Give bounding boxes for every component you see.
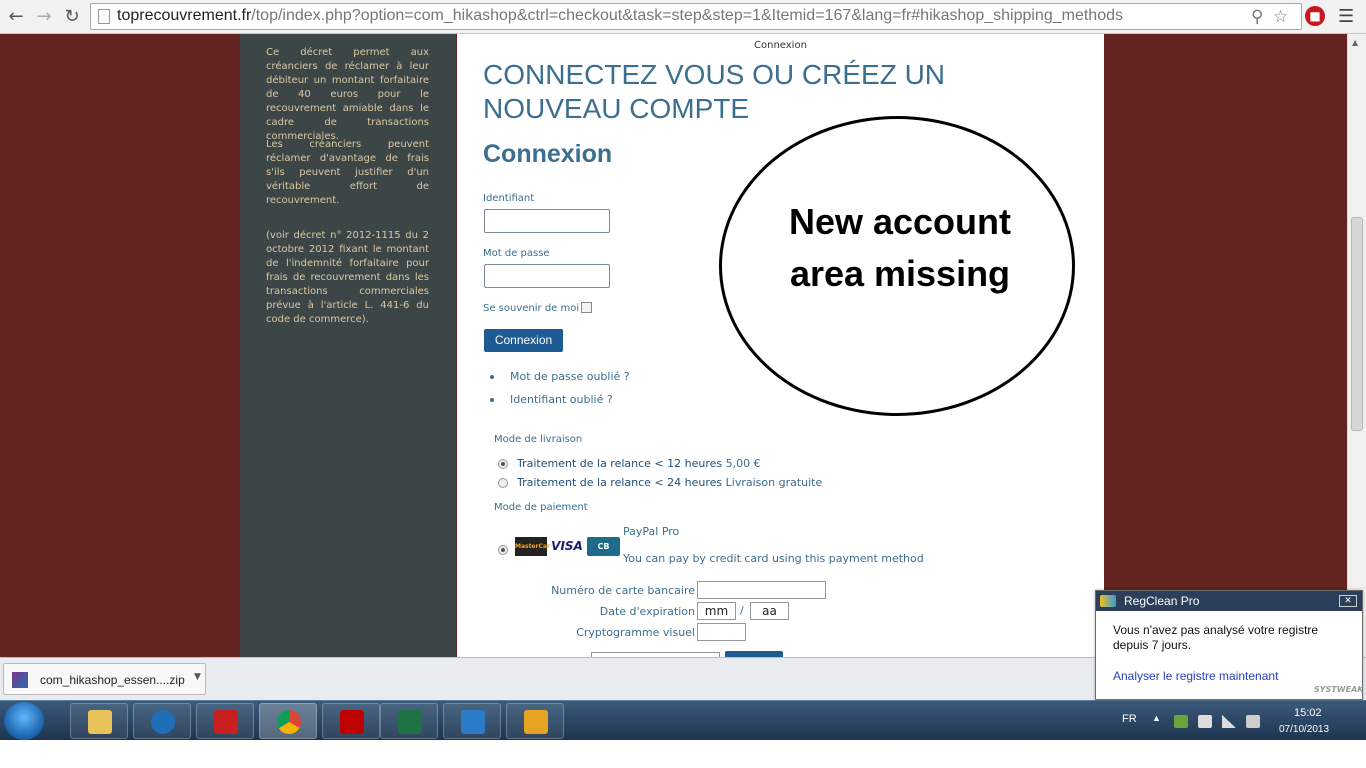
username-input[interactable]: [484, 209, 610, 233]
taskbar-chrome[interactable]: [259, 703, 317, 739]
visa-icon: VISA: [550, 537, 584, 556]
address-bar[interactable]: toprecouvrement.fr/top/index.php?option=…: [90, 3, 1302, 30]
taskbar-acrobat[interactable]: [196, 703, 254, 739]
shipping-heading: Mode de livraison: [494, 434, 583, 445]
app-icon: [461, 710, 485, 734]
excel-icon: [398, 710, 422, 734]
notification-title: RegClean Pro: [1124, 594, 1200, 608]
browser-toolbar: ← → ↻ toprecouvrement.fr/top/index.php?o…: [0, 0, 1366, 34]
notification-message: Vous n'avez pas analysé votre registre d…: [1113, 623, 1319, 652]
security-icon[interactable]: [1174, 715, 1188, 728]
clock-date[interactable]: 07/10/2013: [1279, 724, 1329, 735]
archive-icon: [12, 672, 28, 688]
taskbar-outlook[interactable]: [506, 703, 564, 739]
language-indicator[interactable]: FR: [1122, 713, 1137, 725]
expiry-month-input[interactable]: mm: [697, 602, 736, 620]
sidebar: Ce décret permet aux créanciers de récla…: [240, 34, 456, 657]
payment-method-name: PayPal Pro: [623, 525, 680, 538]
close-icon[interactable]: ✕: [1339, 595, 1357, 607]
chrome-icon: [277, 710, 301, 734]
bullet-icon: [490, 375, 494, 379]
hp-icon: [151, 710, 175, 734]
network-icon[interactable]: [1222, 715, 1236, 728]
expiry-separator: /: [740, 604, 744, 617]
remember-checkbox[interactable]: [581, 302, 592, 313]
taskbar-explorer[interactable]: [70, 703, 128, 739]
cvv-input[interactable]: [697, 623, 746, 641]
expiry-year-input[interactable]: aa: [750, 602, 789, 620]
page-title: CONNECTEZ VOUS OU CRÉEZ UN NOUVEAU COMPT…: [483, 59, 946, 124]
scrollbar-thumb[interactable]: [1351, 217, 1363, 431]
filezilla-icon: [340, 710, 364, 734]
page-icon: [98, 9, 110, 24]
shipping-option-24h[interactable]: Traitement de la relance < 24 heures Liv…: [517, 476, 822, 489]
forward-arrow-icon[interactable]: →: [32, 5, 56, 29]
taskbar: FR ▲ 15:02 07/10/2013: [0, 700, 1366, 740]
login-heading: Connexion: [483, 140, 613, 168]
tray-expand-icon[interactable]: ▲: [1152, 713, 1161, 723]
device-icon[interactable]: [1198, 715, 1212, 728]
download-filename: com_hikashop_essen....zip: [40, 673, 185, 687]
card-number-label: Numéro de carte bancaire: [551, 584, 695, 597]
password-input[interactable]: [484, 264, 610, 288]
search-icon[interactable]: ⚲: [1251, 7, 1263, 27]
annotation-callout: New account area missing: [719, 116, 1075, 416]
vertical-scrollbar[interactable]: ▲ ▼: [1347, 34, 1366, 657]
regclean-notification: RegClean Pro ✕ Vous n'avez pas analysé v…: [1095, 590, 1363, 700]
payment-heading: Mode de paiement: [494, 502, 588, 513]
card-number-input[interactable]: [697, 581, 826, 599]
shipping-radio-12h[interactable]: [498, 459, 508, 469]
payment-radio-paypal[interactable]: [498, 545, 508, 555]
sidebar-paragraph: Les créanciers peuvent réclamer d'avanta…: [266, 139, 429, 206]
expiry-label: Date d'expiration: [599, 605, 695, 618]
forgot-username-link[interactable]: Identifiant oublié ?: [510, 393, 613, 406]
url-text[interactable]: toprecouvrement.fr/top/index.php?option=…: [117, 7, 1123, 25]
outlook-icon: [524, 710, 548, 734]
shipping-radio-24h[interactable]: [498, 478, 508, 488]
sidebar-paragraph: (voir décret n° 2012-1115 du 2 octobre 2…: [266, 230, 429, 325]
page-viewport: Ce décret permet aux créanciers de récla…: [0, 34, 1347, 657]
cvv-label: Cryptogramme visuel: [576, 626, 695, 639]
taskbar-filezilla[interactable]: [322, 703, 380, 739]
scroll-up-icon[interactable]: ▲: [1352, 38, 1358, 47]
taskbar-hp[interactable]: [133, 703, 191, 739]
annotation-text: area missing: [789, 253, 1011, 294]
menu-icon[interactable]: ☰: [1338, 6, 1354, 27]
chevron-down-icon[interactable]: ▼: [194, 672, 201, 682]
breadcrumb: Connexion: [754, 40, 807, 51]
adblock-stop-icon[interactable]: ■: [1305, 6, 1325, 26]
taskbar-app[interactable]: [443, 703, 501, 739]
payment-method-desc: You can pay by credit card using this pa…: [623, 552, 924, 565]
checkout-main: Connexion CONNECTEZ VOUS OU CRÉEZ UN NOU…: [457, 34, 1104, 657]
bullet-icon: [490, 398, 494, 402]
mastercard-icon: MasterCard: [515, 537, 554, 556]
annotation-text: New account: [788, 201, 1012, 242]
volume-muted-icon[interactable]: [1246, 715, 1260, 728]
password-label: Mot de passe: [483, 248, 550, 259]
analyze-registry-link[interactable]: Analyser le registre maintenant: [1113, 669, 1278, 683]
sidebar-paragraph: Ce décret permet aux créanciers de récla…: [266, 47, 429, 142]
download-item[interactable]: com_hikashop_essen....zip ▼: [3, 663, 206, 695]
cb-card-icon: CB: [587, 537, 620, 556]
shipping-option-12h[interactable]: Traitement de la relance < 12 heures 5,0…: [517, 457, 761, 470]
back-arrow-icon[interactable]: ←: [4, 5, 28, 29]
remember-label: Se souvenir de moi: [483, 303, 580, 314]
login-button[interactable]: Connexion: [484, 329, 563, 352]
regclean-logo-icon: [1100, 595, 1116, 607]
start-button[interactable]: [4, 702, 44, 740]
taskbar-excel[interactable]: [380, 703, 438, 739]
folder-icon: [88, 710, 112, 734]
clock-time[interactable]: 15:02: [1294, 707, 1322, 719]
systweak-logo: SYSTWEAK: [1314, 685, 1364, 694]
acrobat-icon: [214, 710, 238, 734]
star-icon[interactable]: ☆: [1273, 7, 1288, 27]
username-label: Identifiant: [483, 193, 535, 204]
notification-header: RegClean Pro ✕: [1096, 591, 1362, 611]
forgot-password-link[interactable]: Mot de passe oublié ?: [510, 370, 630, 383]
reload-icon[interactable]: ↻: [60, 5, 84, 29]
